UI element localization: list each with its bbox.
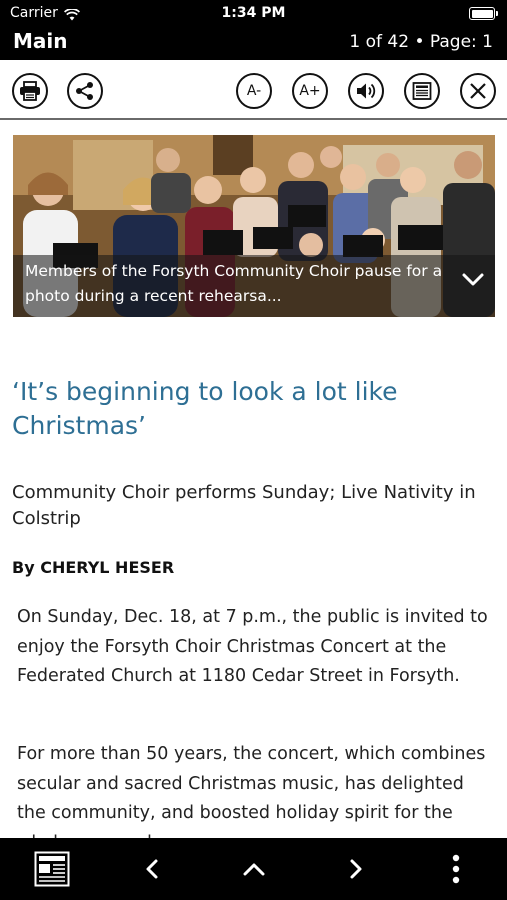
speaker-icon	[357, 83, 376, 99]
close-button[interactable]	[460, 73, 496, 109]
font-decrease-label: A-	[246, 83, 262, 99]
page-indicator: 1 of 42 • Page: 1	[349, 32, 493, 52]
close-icon	[470, 83, 486, 99]
more-vertical-icon	[452, 854, 460, 884]
article-subheadline: Community Choir performs Sunday; Live Na…	[12, 482, 476, 529]
back-to-top-button[interactable]	[224, 838, 284, 900]
battery-icon	[469, 7, 498, 20]
top-bar: Carrier 1:34 PM Main 1 of 42 • Page: 1	[0, 0, 507, 60]
chevron-right-icon	[350, 859, 362, 879]
more-options-button[interactable]	[426, 838, 486, 900]
audio-button[interactable]	[348, 73, 384, 109]
article-byline: By CHERYL HESER	[12, 558, 175, 577]
bottom-nav-bar	[0, 838, 507, 900]
previous-article-button[interactable]	[122, 838, 182, 900]
font-increase-label: A+	[299, 83, 321, 99]
share-icon	[76, 82, 93, 100]
photo-caption[interactable]: Members of the Forsyth Community Choir p…	[13, 255, 495, 317]
clock: 1:34 PM	[221, 5, 286, 21]
section-title[interactable]: Main	[13, 29, 68, 53]
page-thumbnail-button[interactable]	[22, 838, 82, 900]
status-bar: Carrier 1:34 PM	[0, 0, 507, 26]
article-photo[interactable]: Members of the Forsyth Community Choir p…	[13, 135, 495, 317]
article-headline: ‘It’s beginning to look a lot like Chris…	[12, 377, 398, 440]
newspaper-page-icon	[34, 851, 70, 887]
font-decrease-button[interactable]: A-	[236, 73, 272, 109]
next-article-button[interactable]	[326, 838, 386, 900]
caption-text: Members of the Forsyth Community Choir p…	[25, 262, 443, 305]
font-increase-button[interactable]: A+	[292, 73, 328, 109]
printer-icon	[20, 81, 40, 101]
article-body: ‘It’s beginning to look a lot like Chris…	[0, 330, 507, 838]
article-toolbar: A- A+	[0, 60, 507, 120]
article-paragraph: On Sunday, Dec. 18, at 7 p.m., the publi…	[17, 607, 488, 686]
page-view-button[interactable]	[404, 73, 440, 109]
newspaper-icon	[412, 82, 432, 100]
chevron-down-icon[interactable]	[461, 272, 485, 288]
share-button[interactable]	[67, 73, 103, 109]
print-button[interactable]	[12, 73, 48, 109]
chevron-left-icon	[146, 859, 158, 879]
article-paragraph: For more than 50 years, the concert, whi…	[17, 744, 486, 838]
chevron-up-icon	[243, 863, 265, 876]
